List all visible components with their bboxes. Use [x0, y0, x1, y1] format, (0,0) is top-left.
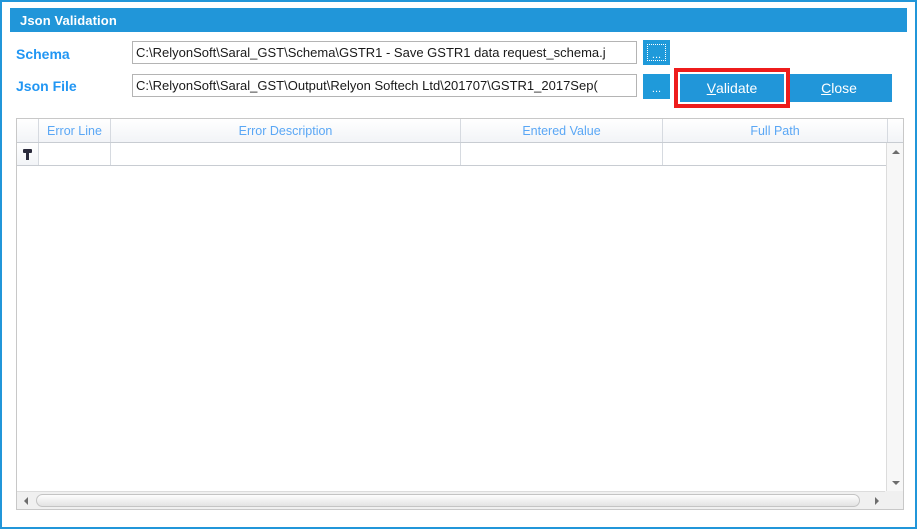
grid-horizontal-scrollbar[interactable]: [17, 491, 903, 509]
triangle-down-icon: [891, 480, 900, 485]
grid-new-row[interactable]: [17, 143, 903, 166]
close-accel: C: [821, 80, 832, 96]
validate-button[interactable]: Validate: [680, 74, 784, 102]
triangle-up-icon: [891, 149, 900, 154]
close-button[interactable]: Close: [786, 74, 892, 102]
grid-vertical-scrollbar[interactable]: [886, 143, 903, 491]
page-title: Json Validation: [20, 12, 117, 28]
json-file-browse-button[interactable]: ...: [643, 74, 670, 99]
grid-new-row-cell-error-line[interactable]: [39, 143, 111, 165]
grid-header-full-path[interactable]: Full Path: [663, 119, 888, 142]
grid-new-row-cell-full-path[interactable]: [663, 143, 888, 165]
grid-header-entered-value[interactable]: Entered Value: [461, 119, 663, 142]
grid-new-row-cell-entered-value[interactable]: [461, 143, 663, 165]
json-file-label: Json File: [16, 78, 77, 94]
schema-browse-button[interactable]: ...: [643, 40, 670, 65]
grid-header-error-description[interactable]: Error Description: [111, 119, 461, 142]
schema-path-input[interactable]: [132, 41, 637, 64]
schema-browse-label: ...: [647, 44, 666, 61]
validate-label: alidate: [716, 80, 758, 96]
close-label: lose: [831, 80, 857, 96]
scrollbar-corner: [885, 491, 903, 509]
grid-new-row-indicator-cell: [17, 143, 39, 165]
grid-new-row-cell-error-description[interactable]: [111, 143, 461, 165]
validate-accel: V: [706, 80, 717, 96]
error-results-grid: Error Line Error Description Entered Val…: [16, 118, 904, 510]
schema-label: Schema: [16, 46, 70, 62]
scroll-down-button[interactable]: [887, 474, 903, 491]
horizontal-scroll-thumb[interactable]: [36, 494, 860, 507]
triangle-left-icon: [23, 496, 28, 505]
json-file-path-input[interactable]: [132, 74, 637, 97]
scroll-right-button[interactable]: [868, 492, 885, 509]
window-title-bar: Json Validation: [10, 8, 907, 32]
grid-header-rowindicator: [17, 119, 39, 142]
new-row-pin-icon: [23, 148, 32, 160]
json-validation-window: Json Validation Schema ... Json File ...…: [0, 0, 917, 529]
triangle-right-icon: [874, 496, 879, 505]
grid-header-error-line[interactable]: Error Line: [39, 119, 111, 142]
grid-header-row: Error Line Error Description Entered Val…: [17, 119, 903, 143]
scroll-up-button[interactable]: [887, 143, 903, 160]
json-file-browse-label: ...: [651, 83, 662, 95]
scroll-left-button[interactable]: [17, 492, 34, 509]
grid-data-area[interactable]: [17, 166, 887, 491]
